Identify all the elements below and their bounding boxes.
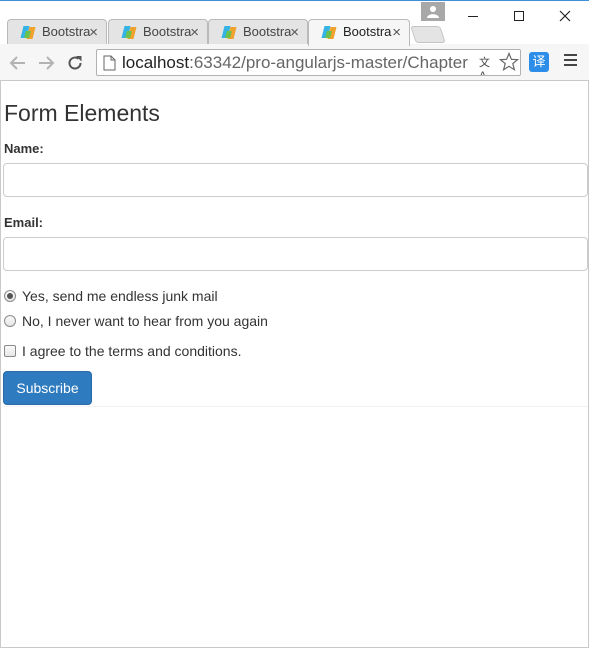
maximize-icon [514, 11, 524, 21]
radio-button[interactable] [4, 315, 16, 327]
email-input[interactable] [3, 237, 588, 271]
tab-close-icon[interactable]: × [392, 20, 401, 45]
bookmark-star-icon[interactable] [499, 52, 519, 72]
address-bar[interactable]: localhost:63342/pro-angularjs-master/Cha… [96, 49, 521, 76]
tab-title: Bootstra [243, 24, 292, 39]
tab-title: Bootstra [343, 24, 392, 39]
terms-checkbox[interactable] [4, 345, 16, 357]
title-bar: Bootstra × Bootstra × Bootstra × Bootstr… [0, 0, 589, 46]
arrow-left-icon [9, 56, 25, 70]
radio-label: Yes, send me endless junk mail [22, 288, 218, 304]
maximize-button[interactable] [496, 1, 542, 31]
tab-close-icon[interactable]: × [190, 20, 199, 45]
radio-button-checked[interactable] [4, 290, 16, 302]
url-path: :63342/pro-angularjs-master/Chapter [189, 53, 468, 72]
reload-icon [68, 56, 82, 70]
tab-title: Bootstra [42, 24, 91, 39]
minimize-icon [468, 16, 478, 17]
name-input[interactable] [3, 163, 588, 197]
close-icon [559, 10, 571, 22]
tab-close-icon[interactable]: × [89, 20, 98, 45]
minimize-button[interactable] [450, 1, 496, 31]
browser-tab[interactable]: Bootstra × [108, 19, 208, 45]
profile-button[interactable] [421, 2, 445, 21]
webstorm-favicon-icon [221, 26, 237, 39]
webstorm-favicon-icon [121, 26, 137, 39]
radio-label: No, I never want to hear from you again [22, 313, 268, 329]
browser-tab-active[interactable]: Bootstra × [308, 19, 410, 46]
form-panel: Form Elements Name: Email: Yes, send me … [3, 81, 588, 407]
close-window-button[interactable] [542, 1, 588, 31]
person-icon [427, 6, 439, 18]
arrow-right-icon [39, 56, 55, 70]
name-label: Name: [4, 141, 44, 156]
translate-extension-button[interactable]: 译 [529, 52, 549, 72]
browser-tab[interactable]: Bootstra × [208, 19, 308, 45]
url-text[interactable]: localhost:63342/pro-angularjs-master/Cha… [122, 53, 477, 73]
subscribe-button[interactable]: Subscribe [3, 371, 92, 405]
browser-toolbar: localhost:63342/pro-angularjs-master/Cha… [0, 44, 589, 81]
chrome-menu-icon[interactable] [564, 54, 578, 70]
forward-button[interactable] [35, 52, 57, 74]
new-tab-button[interactable] [410, 26, 446, 43]
webstorm-favicon-icon [321, 26, 337, 39]
translate-icon[interactable]: 文A [479, 54, 495, 75]
page-title: Form Elements [4, 100, 160, 126]
tab-title: Bootstra [143, 24, 192, 39]
page-viewport: Form Elements Name: Email: Yes, send me … [0, 81, 589, 648]
webstorm-favicon-icon [20, 26, 36, 39]
url-host: localhost [122, 53, 190, 72]
checkbox-label: I agree to the terms and conditions. [22, 343, 242, 359]
back-button[interactable] [7, 52, 29, 74]
email-label: Email: [4, 215, 44, 230]
browser-tab[interactable]: Bootstra × [7, 19, 107, 45]
reload-button[interactable] [64, 52, 86, 74]
page-icon [103, 55, 116, 71]
tab-close-icon[interactable]: × [290, 20, 299, 45]
